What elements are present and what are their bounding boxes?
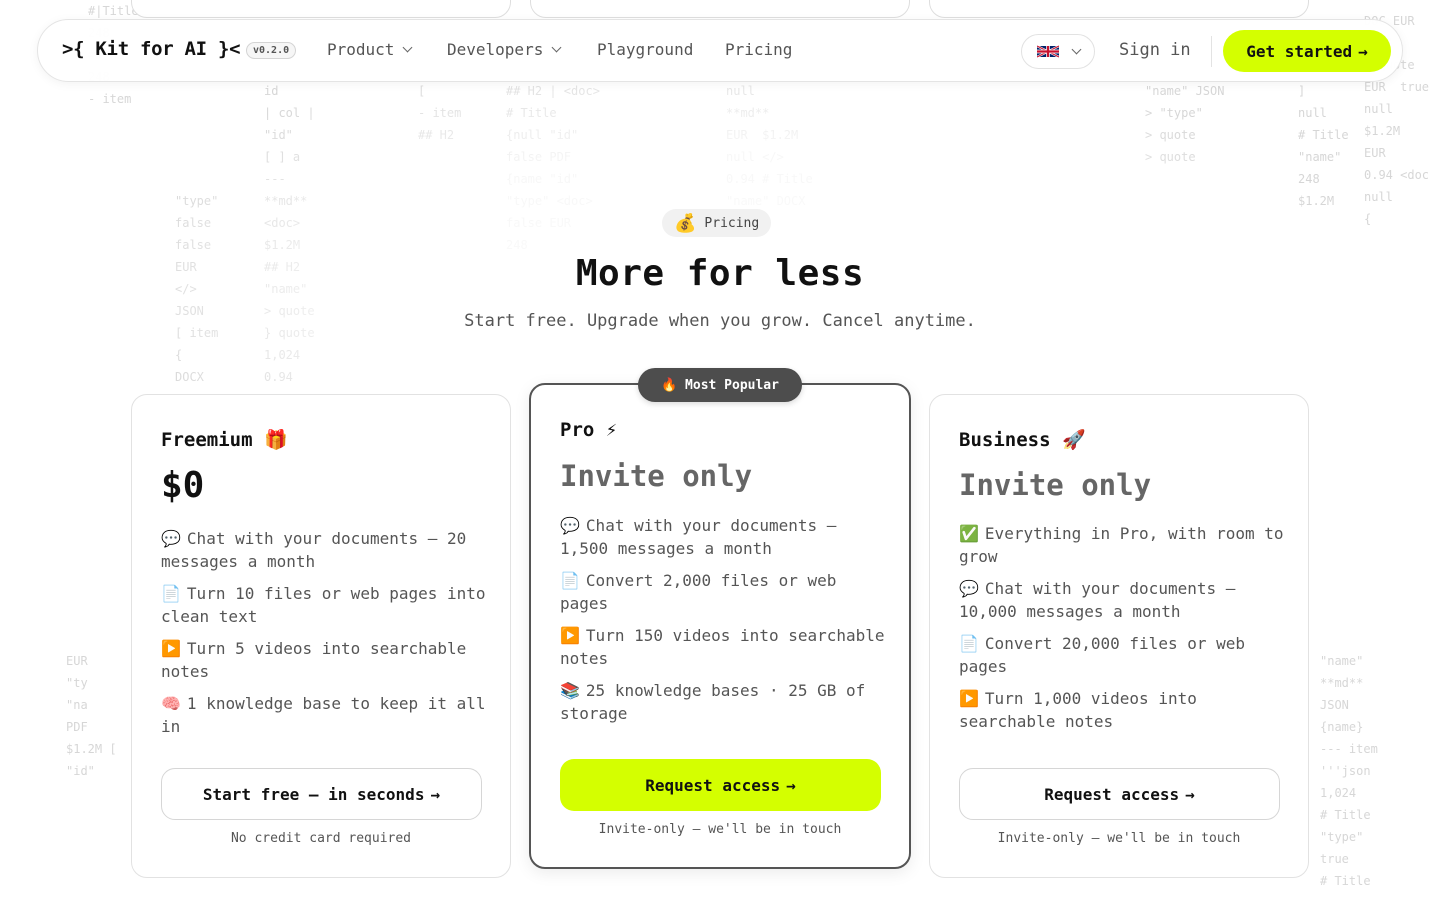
get-started-button[interactable]: Get started →: [1223, 30, 1391, 72]
request-access-button[interactable]: Request access →: [560, 759, 881, 811]
chat-bubble-icon: 💬: [959, 579, 979, 598]
nav-divider: [1211, 36, 1212, 67]
arrow-right-icon: →: [1185, 784, 1195, 804]
plan-card-business: Business 🚀 Invite only ✅ Everything in Pr…: [929, 394, 1309, 878]
start-free-label: Start free — in seconds: [202, 784, 425, 804]
plan-price: Invite only: [560, 459, 753, 493]
plan-card-freemium: Freemium 🎁 $0 💬 Chat with your documents …: [131, 394, 511, 878]
feature-list: ✅ Everything in Pro, with room to grow 💬 C…: [959, 522, 1289, 742]
nav-playground[interactable]: Playground: [597, 40, 693, 59]
most-popular-badge: 🔥 Most Popular: [638, 368, 802, 402]
arrow-right-icon: →: [1358, 41, 1368, 61]
peek-card: [530, 0, 910, 18]
chevron-down-icon: [551, 42, 562, 53]
nav-product-label: Product: [327, 40, 395, 59]
brain-icon: 🧠: [161, 694, 181, 713]
feature-item: 💬 Chat with your documents — 10,000 messa…: [959, 579, 1236, 621]
top-navbar: >{ Kit for AI }< v0.2.0 Product Develope…: [37, 19, 1403, 82]
feature-item: ▶️ Turn 150 videos into searchable notes: [560, 626, 885, 668]
plan-note: No credit card required: [230, 831, 411, 846]
plan-price: Invite only: [959, 468, 1152, 502]
start-free-button[interactable]: Start free — in seconds →: [161, 768, 482, 820]
feature-item: 📄 Convert 20,000 files or web pages: [959, 634, 1246, 676]
version-badge: v0.2.0: [246, 42, 297, 59]
feature-item: 💬 Chat with your documents — 20 messages …: [161, 529, 467, 571]
feature-list: 💬 Chat with your documents — 20 messages …: [161, 527, 491, 747]
plan-price: $0: [161, 465, 205, 506]
plan-name: Pro ⚡: [560, 419, 618, 441]
feature-item: 💬 Chat with your documents — 1,500 messag…: [560, 516, 837, 558]
peek-card: [131, 0, 511, 18]
play-icon: ▶️: [959, 689, 979, 708]
uk-flag-icon: [1036, 45, 1059, 58]
money-bag-icon: 💰: [674, 212, 697, 234]
get-started-label: Get started: [1246, 41, 1353, 61]
section-badge-label: Pricing: [704, 215, 760, 231]
request-access-button[interactable]: Request access →: [959, 768, 1280, 820]
feature-list: 💬 Chat with your documents — 1,500 messag…: [560, 514, 890, 734]
request-access-label: Request access: [1044, 784, 1180, 804]
plan-name: Freemium 🎁: [161, 429, 288, 451]
feature-item: 📄 Turn 10 files or web pages into clean t…: [161, 584, 486, 626]
page-subtitle: Start free. Upgrade when you grow. Cance…: [464, 311, 976, 331]
arrow-right-icon: →: [786, 775, 796, 795]
peek-card: [929, 0, 1309, 18]
language-selector[interactable]: [1021, 34, 1095, 69]
feature-item: ✅ Everything in Pro, with room to grow: [959, 524, 1284, 566]
check-icon: ✅: [959, 524, 979, 543]
plan-card-pro: Pro ⚡ Invite only 💬 Chat with your docume…: [529, 383, 911, 869]
feature-item: ▶️ Turn 5 videos into searchable notes: [161, 639, 467, 681]
plan-name: Business 🚀: [959, 429, 1086, 451]
books-icon: 📚: [560, 681, 580, 700]
plan-note: Invite-only — we'll be in touch: [598, 822, 842, 837]
document-icon: 📄: [560, 571, 580, 590]
sign-in-link[interactable]: Sign in: [1119, 40, 1191, 60]
feature-item: 🧠 1 knowledge base to keep it all in: [161, 694, 486, 736]
nav-playground-label: Playground: [597, 40, 694, 59]
play-icon: ▶️: [161, 639, 181, 658]
feature-item: 📄 Convert 2,000 files or web pages: [560, 571, 837, 613]
chat-bubble-icon: 💬: [560, 516, 580, 535]
plan-note: Invite-only — we'll be in touch: [997, 831, 1241, 846]
document-icon: 📄: [959, 634, 979, 653]
nav-developers[interactable]: Developers: [447, 40, 562, 59]
nav-developers-label: Developers: [447, 40, 544, 59]
feature-item: ▶️ Turn 1,000 videos into searchable note…: [959, 689, 1197, 731]
arrow-right-icon: →: [430, 784, 441, 804]
nav-product[interactable]: Product: [327, 40, 413, 59]
chevron-down-icon: [402, 42, 413, 53]
nav-pricing-label: Pricing: [725, 40, 793, 59]
logo[interactable]: >{ Kit for AI }<: [62, 38, 241, 60]
chevron-down-icon: [1071, 44, 1081, 55]
page-title: More for less: [575, 253, 865, 294]
nav-pricing[interactable]: Pricing: [725, 40, 792, 59]
document-icon: 📄: [161, 584, 181, 603]
section-badge: 💰 Pricing: [662, 209, 772, 237]
play-icon: ▶️: [560, 626, 580, 645]
request-access-label: Request access: [645, 775, 781, 795]
feature-item: 📚 25 knowledge bases · 25 GB of storage: [560, 681, 866, 723]
chat-bubble-icon: 💬: [161, 529, 181, 548]
